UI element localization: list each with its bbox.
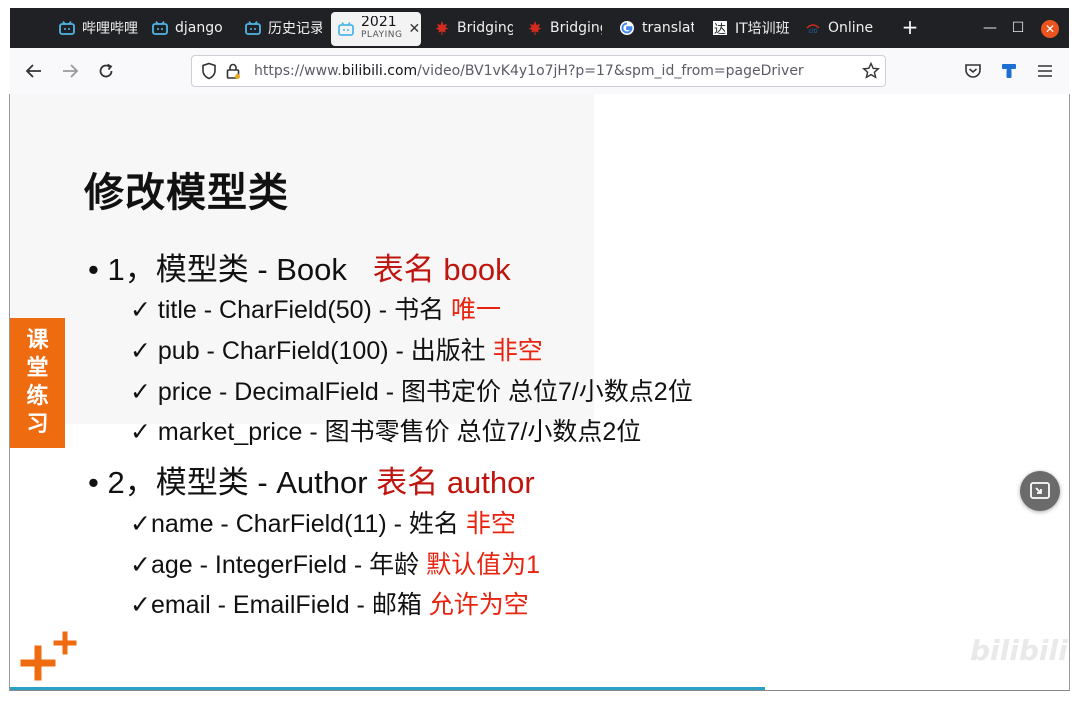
url-path: /video/BV1vK4y1o7jH?p=17&spm_id_from=pag… — [417, 63, 804, 79]
maple-leaf-icon — [526, 19, 544, 37]
tab-label: IT培训班 — [735, 21, 789, 37]
field-constraint: 允许为空 — [428, 591, 529, 619]
bilibili-watermark: bilibili — [970, 634, 1068, 667]
plus-logo-icon — [20, 631, 77, 681]
field-text: ✓ price - DecimalField - 图书定价 总位7/小数点2位 — [130, 378, 693, 406]
maple-leaf-icon — [433, 19, 451, 37]
field-constraint: 默认值为1 — [426, 551, 540, 579]
navigation-bar: https://www.bilibili.com/video/BV1vK4y1o… — [10, 48, 1069, 95]
shield-icon[interactable] — [200, 62, 218, 80]
tab-online[interactable]: citi Online — [804, 8, 880, 48]
side-tab-char: 习 — [26, 412, 49, 437]
url-domain: bilibili.com — [341, 63, 418, 79]
tab-label: Online — [828, 20, 874, 36]
arrow-right-icon — [63, 64, 79, 78]
bilibili-icon — [244, 19, 262, 37]
tab-label: 哔哩哔哩 — [82, 21, 138, 37]
field-constraint: 唯一 — [451, 296, 502, 324]
field-text: ✓email - EmailField - 邮箱 — [130, 591, 429, 619]
picture-in-picture-button[interactable] — [1020, 471, 1060, 511]
item1-field-market-price: ✓ market_price - 图书零售价 总位7/小数点2位 — [130, 412, 641, 448]
new-tab-button[interactable]: + — [900, 16, 920, 40]
pocket-button[interactable] — [960, 58, 986, 84]
item1-field-pub: ✓ pub - CharField(100) - 出版社 非空 — [130, 331, 543, 367]
tab-label: 2021 — [361, 16, 397, 29]
window-border-bottom — [10, 690, 1069, 691]
item1-table-name: 表名 book — [372, 252, 511, 287]
item2-lead: • 2，模型类 - Author — [88, 465, 377, 500]
citi-icon: citi — [804, 19, 822, 37]
tab-active-playing[interactable]: 2021 PLAYING ✕ — [331, 12, 421, 46]
field-text: ✓ market_price - 图书零售价 总位7/小数点2位 — [130, 418, 642, 446]
svg-text:citi: citi — [809, 28, 818, 34]
side-tab-char: 练 — [26, 384, 49, 409]
slide-title: 修改模型类 — [84, 170, 289, 216]
tab-bridging-2[interactable]: Bridging — [526, 8, 602, 48]
address-bar[interactable]: https://www.bilibili.com/video/BV1vK4y1o… — [191, 55, 886, 87]
pip-icon — [1030, 482, 1050, 499]
reload-icon — [99, 63, 113, 78]
item2-field-email: ✓email - EmailField - 邮箱 允许为空 — [130, 585, 529, 621]
item2-field-age: ✓age - IntegerField - 年龄 默认值为1 — [130, 545, 540, 581]
menu-button[interactable] — [1032, 58, 1058, 84]
classroom-practice-label: 课 堂 练 习 — [10, 318, 65, 448]
item1-heading: • 1，模型类 - Book 表名 book — [88, 244, 511, 289]
pocket-icon — [965, 64, 981, 78]
tab-bridging-1[interactable]: Bridging — [433, 8, 513, 48]
tab-django[interactable]: django — [151, 8, 231, 48]
tab-history[interactable]: 历史记录 — [244, 8, 322, 48]
lock-icon[interactable] — [224, 62, 242, 80]
field-constraint: 非空 — [465, 510, 516, 538]
svg-text:达: 达 — [714, 22, 726, 36]
field-text: ✓name - CharField(11) - 姓名 — [130, 510, 466, 538]
window-border-left — [9, 94, 10, 691]
url-text[interactable]: https://www.bilibili.com/video/BV1vK4y1o… — [254, 63, 804, 79]
window-border-right — [1069, 94, 1070, 691]
forward-button[interactable] — [57, 58, 83, 84]
field-constraint: 非空 — [492, 337, 543, 365]
field-text: ✓ title - CharField(50) - 书名 — [130, 296, 452, 324]
minimize-button[interactable]: — — [980, 18, 1000, 38]
item1-field-price: ✓ price - DecimalField - 图书定价 总位7/小数点2位 — [130, 372, 693, 408]
window-close-button[interactable]: ✕ — [1041, 20, 1059, 38]
tab-playing-indicator: PLAYING — [361, 30, 403, 40]
arrow-left-icon — [25, 64, 41, 78]
bilibili-icon — [337, 20, 355, 38]
tab-label: Bridging — [550, 20, 602, 36]
url-prefix: https://www. — [254, 63, 342, 79]
side-tab-char: 课 — [26, 328, 49, 353]
hamburger-menu-icon — [1038, 65, 1052, 77]
item1-field-title: ✓ title - CharField(50) - 书名 唯一 — [130, 290, 501, 326]
tab-label: 历史记录 — [268, 21, 322, 37]
maximize-button[interactable]: ☐ — [1008, 18, 1028, 38]
tab-label: Bridging — [457, 20, 513, 36]
item2-table-name: 表名 author — [376, 465, 535, 500]
da-icon: 达 — [711, 19, 729, 37]
bilibili-icon — [58, 19, 76, 37]
extension-icon — [1002, 64, 1016, 78]
back-button[interactable] — [21, 58, 47, 84]
extension-button[interactable] — [996, 58, 1022, 84]
tab-translate[interactable]: translat — [618, 8, 694, 48]
bilibili-icon — [151, 19, 169, 37]
close-tab-icon[interactable]: ✕ — [408, 21, 420, 37]
bookmark-star-icon[interactable] — [862, 62, 880, 80]
reload-button[interactable] — [93, 58, 119, 84]
tab-label: translat — [642, 20, 694, 36]
field-text: ✓ pub - CharField(100) - 出版社 — [130, 337, 493, 365]
video-frame[interactable]: 修改模型类 • 1，模型类 - Book 表名 book ✓ title - C… — [10, 94, 1069, 690]
item2-field-name: ✓name - CharField(11) - 姓名 非空 — [130, 504, 516, 540]
google-icon — [618, 19, 636, 37]
tab-label: django — [175, 20, 223, 36]
tab-it-training[interactable]: 达 IT培训班 — [711, 8, 789, 48]
item1-lead: • 1，模型类 - Book — [88, 252, 347, 287]
item2-heading: • 2，模型类 - Author 表名 author — [88, 457, 535, 502]
tab-bilibili[interactable]: 哔哩哔哩 — [58, 8, 138, 48]
side-tab-char: 堂 — [26, 356, 49, 381]
field-text: ✓age - IntegerField - 年龄 — [130, 551, 427, 579]
